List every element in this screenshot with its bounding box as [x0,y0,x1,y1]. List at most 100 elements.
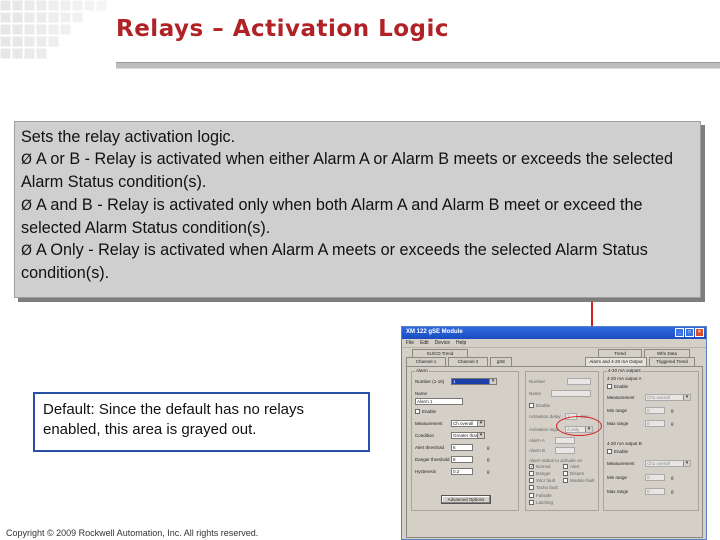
alarm-name-label: Name [415,391,428,396]
output-b-max-range-label: Max range [607,489,629,494]
output-a-min-range-unit: g [671,408,674,413]
advanced-options-button[interactable]: Advanced Options [441,495,491,504]
alarm-enable-checkbox[interactable] [415,409,420,414]
latching-checkbox[interactable] [529,500,534,505]
tab-alarm-output[interactable]: Alarm and 4-20 mA Output [585,357,647,366]
decoration-square [12,36,23,47]
alarm-name-input[interactable]: Alarm 1 [415,398,463,405]
status-module-fault-checkbox[interactable] [563,478,568,483]
output-a-min-range-label: Min range [607,408,628,413]
alarm-number-select[interactable]: 1 [451,378,497,385]
copyright-text: Copyright © 2009 Rockwell Automation, In… [6,528,259,538]
alarm-group [411,371,519,511]
decoration-square [60,12,71,23]
activation-delay-label: Activation delay [529,414,561,419]
relay-name-input[interactable] [551,390,591,397]
status-disarm-checkbox[interactable] [563,471,568,476]
window-titlebar: XM 122 gSE Module _ □ × [402,327,706,339]
failsafe-checkbox[interactable] [529,493,534,498]
output-a-enable-checkbox[interactable] [607,384,612,389]
tab-channel-1[interactable]: Channel 1 [406,357,446,366]
status-alert-label: Alert [570,464,580,469]
alarm-a-input[interactable] [555,437,575,444]
alert-threshold-unit: g [487,445,490,450]
decoration-square [36,36,47,47]
maximize-icon[interactable]: □ [685,328,694,337]
bullet-arrow-icon: Ø [21,197,33,214]
status-normal-label: Normal [536,464,551,469]
bullet-a-and-b: ØA and B - Relay is activated only when … [21,194,694,239]
danger-threshold-unit: g [487,457,490,462]
alert-threshold-label: Alert threshold [415,445,445,450]
decoration-square [60,24,71,35]
decoration-square [12,24,23,35]
output-b-min-range-input[interactable]: 0 [645,474,665,481]
decoration-square [48,36,59,47]
output-b-min-range-unit: g [671,475,674,480]
output-b-enable-checkbox[interactable] [607,449,612,454]
output-a-min-range-input[interactable]: 0 [645,407,665,414]
decoration-square [12,12,23,23]
bullet-a-only: ØA Only - Relay is activated when Alarm … [21,239,694,284]
tab-channel-2[interactable]: Channel 2 [448,357,488,366]
output-b-max-range-unit: g [671,489,674,494]
status-module-fault-label: Module fault [570,478,595,483]
output-a-enable-label: Enable [614,384,629,389]
decoration-square [72,0,83,11]
output-b-max-range-input[interactable]: 0 [645,488,665,495]
decoration-square [48,12,59,23]
bullet-arrow-icon: Ø [21,152,33,169]
status-xdcr-fault-checkbox[interactable] [529,478,534,483]
description-intro: Sets the relay activation logic. [21,128,236,146]
slide-title: Relays – Activation Logic [116,16,450,42]
hysteresis-unit: g [487,469,490,474]
status-alert-checkbox[interactable] [563,464,568,469]
minimize-icon[interactable]: _ [675,328,684,337]
alarm-enable-label: Enable [422,409,437,414]
decoration-square [36,24,47,35]
danger-threshold-input[interactable]: 8 [451,456,473,463]
activation-logic-label: Activation logic [529,427,560,432]
bullet-arrow-icon: Ø [21,243,33,260]
relay-number-input[interactable] [567,378,591,385]
danger-threshold-label: Danger threshold [415,457,450,462]
alert-threshold-input[interactable]: 6 [451,444,473,451]
output-b-measurement-select[interactable]: Ch1 overall [645,460,691,467]
status-normal-checkbox[interactable]: ✓ [529,464,534,470]
alarm-condition-select[interactable]: Greater than [451,432,485,439]
menu-file[interactable]: File [406,340,414,346]
header-decoration [0,0,110,62]
bullet-a-or-b: ØA or B - Relay is activated when either… [21,148,694,193]
decoration-square [48,0,59,11]
close-icon[interactable]: × [695,328,704,337]
menu-edit[interactable]: Edit [420,340,429,346]
status-tacho-fault-checkbox[interactable] [529,485,534,490]
decoration-square [12,0,23,11]
window-controls: _ □ × [675,328,704,337]
hysteresis-input[interactable]: 0.2 [451,468,473,475]
relay-enable-checkbox[interactable] [529,403,534,408]
output-b-title: 4-20 mA output B [607,441,642,446]
decoration-square [0,12,11,23]
output-b-min-range-label: Min range [607,475,628,480]
menu-help[interactable]: Help [456,340,466,346]
output-a-max-range-label: Max range [607,421,629,426]
status-danger-checkbox[interactable] [529,471,534,476]
decoration-square [24,36,35,47]
failsafe-label: Failsafe [536,493,552,498]
decoration-square [0,24,11,35]
alarm-b-input[interactable] [555,447,575,454]
status-danger-label: Danger [536,471,551,476]
tab-triggered-trend[interactable]: Triggered Trend [649,357,695,366]
output-a-max-range-input[interactable]: 0 [645,420,665,427]
status-tacho-fault-label: Tacho fault [536,485,558,490]
status-disarm-label: Disarm [570,471,585,476]
description-callout: Sets the relay activation logic. ØA or B… [14,121,701,298]
menu-bar: File Edit Device Help [402,339,706,348]
tab-gse[interactable]: gSE [490,357,512,366]
alarm-measurement-select[interactable]: Ch overall [451,420,485,427]
menu-device[interactable]: Device [435,340,450,346]
bullet-text: A and B - Relay is activated only when b… [21,195,643,237]
output-a-measurement-label: Measurement [607,395,635,400]
output-a-measurement-select[interactable]: Ch1 overall [645,394,691,401]
